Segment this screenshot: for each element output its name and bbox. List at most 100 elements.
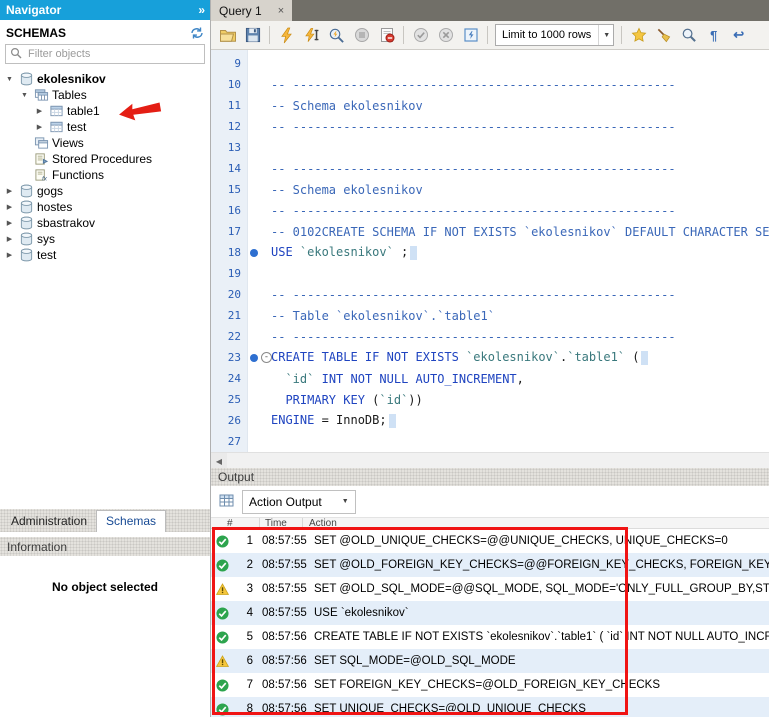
collapse-panel-icon[interactable]: »	[198, 3, 204, 17]
tree-item-stored-procedures[interactable]: Stored Procedures	[0, 151, 210, 167]
stop-on-error-icon[interactable]	[375, 24, 398, 47]
collapsed-arrow-icon[interactable]: ▶	[4, 251, 15, 259]
tree-item-views[interactable]: Views	[0, 135, 210, 151]
commit-icon[interactable]	[409, 24, 432, 47]
line-number: 24	[211, 372, 247, 385]
code-line[interactable]: 15-- Schema ekolesnikov	[211, 179, 769, 200]
output-row[interactable]: 708:57:56SET FOREIGN_KEY_CHECKS=@OLD_FOR…	[211, 673, 769, 697]
line-number: 17	[211, 225, 247, 238]
tree-item-sys[interactable]: ▶ sys	[0, 231, 210, 247]
collapsed-arrow-icon[interactable]: ▶	[34, 107, 45, 115]
chevron-down-icon: ▼	[342, 498, 349, 505]
code-line[interactable]: 14 -- -----------------------------------…	[211, 158, 769, 179]
collapsed-arrow-icon[interactable]: ▶	[4, 203, 15, 211]
tab-schemas[interactable]: Schemas	[96, 510, 166, 532]
code-line[interactable]: 26ENGINE = InnoDB;	[211, 410, 769, 431]
information-header-label: Information	[7, 540, 67, 554]
line-number: 13	[211, 141, 247, 154]
line-marker	[247, 249, 271, 257]
output-row[interactable]: 108:57:55SET @OLD_UNIQUE_CHECKS=@@UNIQUE…	[211, 529, 769, 553]
code-line[interactable]: 27	[211, 431, 769, 452]
tree-item-test[interactable]: ▶test	[0, 119, 210, 135]
tree-item-gogs[interactable]: ▶gogs	[0, 183, 210, 199]
execute-current-icon[interactable]	[300, 24, 323, 47]
wrap-icon[interactable]: ↩	[727, 24, 750, 47]
code-line[interactable]: 22-- -----------------------------------…	[211, 326, 769, 347]
beautify-icon[interactable]	[652, 24, 675, 47]
row-number: 8	[233, 703, 253, 715]
tree-item-label: sys	[37, 232, 55, 246]
find-icon[interactable]	[677, 24, 700, 47]
code-line[interactable]: 17-- 0102CREATE SCHEMA IF NOT EXISTS `ek…	[211, 221, 769, 242]
line-number: 27	[211, 435, 247, 448]
line-number: 26	[211, 414, 247, 427]
information-section-header: Information	[0, 537, 210, 556]
code-line[interactable]: 13	[211, 137, 769, 158]
expanded-arrow-icon[interactable]: ▼	[4, 76, 15, 83]
output-row[interactable]: 508:57:56CREATE TABLE IF NOT EXISTS `eko…	[211, 625, 769, 649]
code-line[interactable]: 9	[211, 53, 769, 74]
code-line[interactable]: 21-- Table `ekolesnikov`.`table1`	[211, 305, 769, 326]
limit-rows-dropdown[interactable]: Limit to 1000 rows▼	[495, 24, 614, 46]
tree-item-ekolesnikov[interactable]: ▼ekolesnikov	[0, 71, 210, 87]
success-icon	[211, 631, 233, 644]
output-view-value: Action Output	[249, 495, 322, 509]
output-row[interactable]: 408:57:55USE `ekolesnikov`	[211, 601, 769, 625]
autocommit-icon[interactable]	[459, 24, 482, 47]
refresh-schemas-icon[interactable]	[190, 27, 204, 39]
row-action: SET @OLD_FOREIGN_KEY_CHECKS=@@FOREIGN_KE…	[309, 559, 769, 571]
tree-item-table1[interactable]: ▶table1	[0, 103, 210, 119]
scroll-left-arrow-icon[interactable]: ◀	[211, 453, 227, 469]
collapsed-arrow-icon[interactable]: ▶	[34, 123, 45, 131]
invisibles-icon[interactable]: ¶	[702, 24, 725, 47]
expanded-arrow-icon[interactable]: ▼	[19, 92, 30, 99]
output-row[interactable]: 808:57:56SET UNIQUE_CHECKS=@OLD_UNIQUE_C…	[211, 697, 769, 717]
output-row[interactable]: 208:57:55SET @OLD_FOREIGN_KEY_CHECKS=@@F…	[211, 553, 769, 577]
tree-item-tables[interactable]: ▼Tables	[0, 87, 210, 103]
code-line[interactable]: 10-- -----------------------------------…	[211, 74, 769, 95]
save-snippet-icon[interactable]	[627, 24, 650, 47]
execute-icon[interactable]	[275, 24, 298, 47]
line-number: 14	[211, 162, 247, 175]
tree-item-sbastrakov[interactable]: ▶sbastrakov	[0, 215, 210, 231]
code-line[interactable]: 20-- -----------------------------------…	[211, 284, 769, 305]
tab-query-1[interactable]: Query 1 ×	[211, 0, 292, 21]
stop-icon[interactable]	[350, 24, 373, 47]
code-text: -- -------------------------------------…	[271, 288, 769, 302]
code-line[interactable]: 23-CREATE TABLE IF NOT EXISTS `ekolesnik…	[211, 347, 769, 368]
collapsed-arrow-icon[interactable]: ▶	[4, 219, 15, 227]
svg-text:fx: fx	[41, 176, 47, 182]
rollback-icon[interactable]	[434, 24, 457, 47]
open-script-icon[interactable]	[216, 24, 239, 47]
code-text: -- -------------------------------------…	[271, 78, 769, 92]
code-line[interactable]: 25 PRIMARY KEY (`id`))	[211, 389, 769, 410]
code-text: PRIMARY KEY (`id`))	[271, 393, 769, 407]
code-text: -- -------------------------------------…	[271, 162, 769, 176]
code-line[interactable]: 16-- -----------------------------------…	[211, 200, 769, 221]
code-line[interactable]: 24 `id` INT NOT NULL AUTO_INCREMENT,	[211, 368, 769, 389]
search-icon	[10, 47, 22, 62]
code-line[interactable]: 12-- -----------------------------------…	[211, 116, 769, 137]
filter-input[interactable]	[26, 47, 200, 61]
collapsed-arrow-icon[interactable]: ▶	[4, 235, 15, 243]
tab-administration[interactable]: Administration	[2, 511, 96, 532]
output-row[interactable]: 308:57:55SET @OLD_SQL_MODE=@@SQL_MODE, S…	[211, 577, 769, 601]
code-line[interactable]: 19	[211, 263, 769, 284]
output-view-dropdown[interactable]: Action Output ▼	[242, 490, 356, 514]
row-number: 4	[233, 607, 253, 619]
save-script-icon[interactable]	[241, 24, 264, 47]
code-line[interactable]: 11-- Schema ekolesnikov	[211, 95, 769, 116]
row-time: 08:57:55	[253, 607, 309, 619]
tree-item-test[interactable]: ▶test	[0, 247, 210, 263]
sql-editor[interactable]: 910-- ----------------------------------…	[211, 50, 769, 452]
tree-item-functions[interactable]: fxFunctions	[0, 167, 210, 183]
explain-icon[interactable]	[325, 24, 348, 47]
close-tab-icon[interactable]: ×	[278, 5, 284, 17]
editor-horizontal-scrollbar[interactable]: ◀	[211, 452, 769, 469]
output-row[interactable]: 608:57:56SET SQL_MODE=@OLD_SQL_MODE	[211, 649, 769, 673]
output-table-header: #TimeAction	[211, 517, 769, 529]
code-line[interactable]: 18USE `ekolesnikov` ;	[211, 242, 769, 263]
tree-item-hostes[interactable]: ▶hostes	[0, 199, 210, 215]
collapsed-arrow-icon[interactable]: ▶	[4, 187, 15, 195]
row-number: 1	[233, 535, 253, 547]
